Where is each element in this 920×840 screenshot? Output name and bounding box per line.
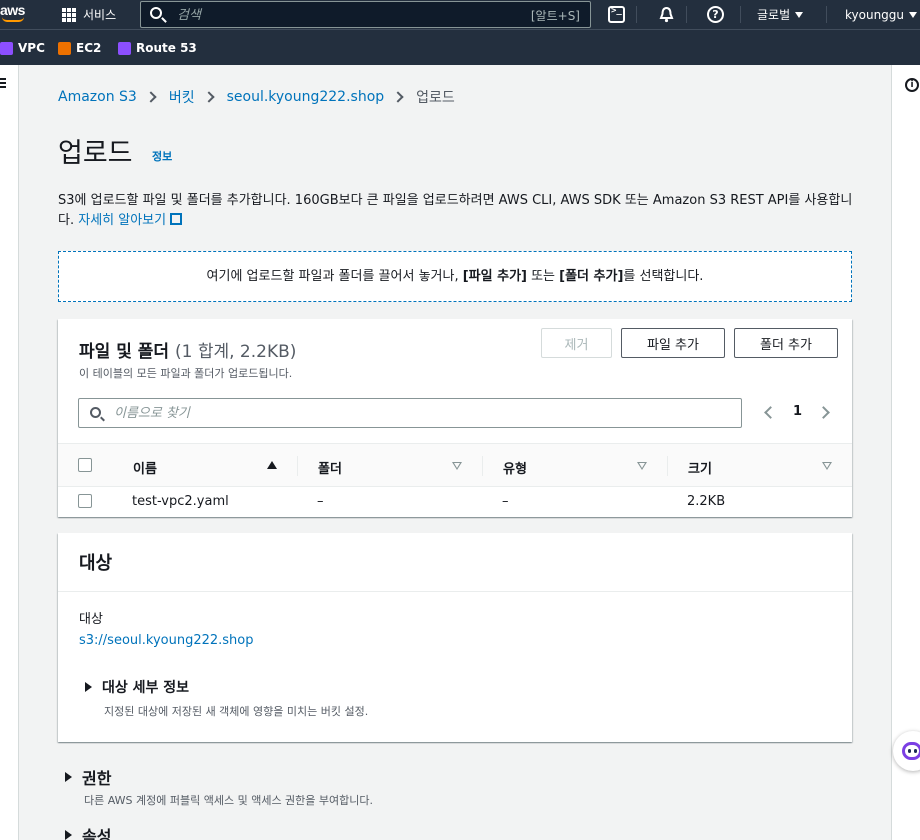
- global-search[interactable]: [알트+S]: [140, 1, 591, 28]
- search-icon: [90, 407, 101, 418]
- user-menu[interactable]: kyounggu: [845, 0, 918, 29]
- breadcrumb: Amazon S3 버킷 seoul.kyoung222.shop 업로드: [58, 87, 455, 107]
- destination-panel-header: 대상: [58, 533, 852, 592]
- info-icon[interactable]: i: [905, 78, 919, 92]
- properties-expander[interactable]: 속성: [65, 823, 111, 840]
- file-type: –: [502, 494, 509, 509]
- caret-right-icon: [65, 772, 72, 782]
- breadcrumb-bucket[interactable]: seoul.kyoung222.shop: [227, 89, 385, 105]
- global-search-input[interactable]: [177, 6, 477, 24]
- sort-icon[interactable]: [452, 462, 462, 470]
- favorite-label: EC2: [76, 41, 102, 55]
- file-folder: –: [317, 494, 324, 509]
- bell-icon[interactable]: [658, 6, 675, 23]
- route53-service-icon: [118, 41, 131, 55]
- find-by-name-input[interactable]: [114, 404, 514, 422]
- column-divider[interactable]: [482, 456, 483, 476]
- permissions-description: 다른 AWS 계정에 퍼블릭 액세스 및 액세스 권한을 부여합니다.: [84, 794, 374, 807]
- caret-right-icon: [85, 682, 92, 692]
- destination-details-description: 지정된 대상에 저장된 새 객체에 영향을 미치는 버킷 설정.: [104, 705, 369, 718]
- row-checkbox[interactable]: [78, 494, 92, 508]
- column-divider[interactable]: [667, 456, 668, 476]
- chevron-right-icon[interactable]: [817, 406, 830, 419]
- grid-icon: [62, 7, 76, 22]
- favorite-route53[interactable]: Route 53: [118, 41, 197, 55]
- caret-down-icon: [795, 11, 804, 18]
- remove-button[interactable]: 제거: [541, 328, 612, 358]
- nav-divider: [686, 6, 687, 23]
- favorite-vpc[interactable]: VPC: [0, 41, 45, 55]
- info-link[interactable]: 정보: [152, 148, 172, 164]
- sort-ascending-icon[interactable]: [267, 461, 277, 469]
- column-header-folder[interactable]: 폴더: [318, 458, 342, 477]
- chevron-right-icon: [202, 91, 215, 103]
- search-shortcut-hint: [알트+S]: [530, 9, 580, 23]
- files-count: (1 합계, 2.2KB): [174, 342, 297, 362]
- find-by-name-filter[interactable]: [78, 398, 742, 428]
- menu-icon[interactable]: [0, 78, 6, 88]
- favorite-label: Route 53: [136, 41, 197, 55]
- caret-down-icon: [909, 11, 918, 18]
- right-tools-rail: i: [891, 65, 920, 840]
- vpc-service-icon: [0, 41, 13, 55]
- files-panel-title: 파일 및 폴더 (1 합계, 2.2KB): [79, 342, 297, 362]
- breadcrumb-buckets[interactable]: 버킷: [169, 87, 195, 107]
- services-label: 서비스: [83, 8, 117, 22]
- nav-divider: [740, 6, 741, 23]
- current-page-number[interactable]: 1: [793, 404, 802, 419]
- external-link-icon: [170, 213, 183, 225]
- column-header-type[interactable]: 유형: [503, 458, 527, 477]
- table-row[interactable]: test-vpc2.yaml – – 2.2KB: [58, 487, 852, 517]
- select-all-checkbox[interactable]: [78, 458, 92, 472]
- favorite-label: VPC: [18, 41, 45, 55]
- breadcrumb-amazon-s3[interactable]: Amazon S3: [58, 89, 137, 105]
- region-label: 글로벌: [757, 8, 791, 22]
- files-panel-subtitle: 이 테이블의 모든 파일과 폴더가 업로드됩니다.: [79, 367, 293, 380]
- aws-smile-icon: [2, 17, 24, 22]
- caret-right-icon: [65, 830, 72, 840]
- table-header: 이름 폴더 유형 크기: [58, 443, 852, 487]
- learn-more-link[interactable]: 자세히 알아보기: [78, 213, 183, 228]
- destination-details-expander[interactable]: 대상 세부 정보: [85, 677, 189, 697]
- destination-label: 대상: [79, 612, 103, 627]
- column-header-size[interactable]: 크기: [688, 458, 712, 477]
- left-navigation-rail: [0, 65, 19, 840]
- chatbot-icon: [902, 742, 920, 760]
- page-description: S3에 업로드할 파일 및 폴더를 추가합니다. 160GB보다 큰 파일을 업…: [58, 193, 853, 228]
- user-label: kyounggu: [845, 7, 905, 22]
- favorite-ec2[interactable]: EC2: [58, 41, 101, 55]
- services-menu-button[interactable]: 서비스: [62, 0, 116, 29]
- chevron-right-icon: [145, 91, 157, 103]
- destination-title: 대상: [79, 553, 113, 574]
- pagination: 1: [761, 403, 841, 423]
- top-nav: aws 서비스 [알트+S] ? 글로벌 kyounggu: [0, 0, 920, 29]
- ec2-service-icon: [58, 41, 71, 55]
- terminal-icon[interactable]: [608, 6, 625, 23]
- sort-icon[interactable]: [637, 462, 647, 470]
- files-and-folders-panel: 파일 및 폴더 (1 합계, 2.2KB) 이 테이블의 모든 파일과 폴더가 …: [58, 319, 852, 517]
- upload-dropzone[interactable]: 여기에 업로드할 파일과 폴더를 끌어서 놓거나, [파일 추가] 또는 [폴더…: [58, 251, 852, 302]
- region-selector[interactable]: 글로벌: [757, 0, 804, 29]
- chevron-left-icon[interactable]: [764, 406, 777, 419]
- add-folder-button[interactable]: 폴더 추가: [734, 328, 838, 358]
- destination-url-link[interactable]: s3://seoul.kyoung222.shop: [79, 633, 254, 648]
- sort-icon[interactable]: [822, 462, 832, 470]
- destination-panel: 대상 대상 s3://seoul.kyoung222.shop 대상 세부 정보…: [58, 533, 852, 742]
- column-header-name[interactable]: 이름: [133, 458, 157, 477]
- add-files-button[interactable]: 파일 추가: [621, 328, 725, 358]
- nav-divider: [826, 6, 827, 23]
- file-name: test-vpc2.yaml: [132, 494, 229, 509]
- page-title: 업로드: [58, 138, 133, 169]
- search-icon: [150, 7, 162, 19]
- file-size: 2.2KB: [687, 494, 726, 509]
- chevron-right-icon: [392, 91, 404, 103]
- nav-divider: [636, 6, 637, 23]
- breadcrumb-current: 업로드: [416, 90, 455, 106]
- permissions-expander[interactable]: 권한: [65, 765, 111, 789]
- help-icon[interactable]: ?: [707, 6, 724, 23]
- column-divider[interactable]: [297, 456, 298, 476]
- favorites-bar: VPC EC2 Route 53: [0, 29, 920, 65]
